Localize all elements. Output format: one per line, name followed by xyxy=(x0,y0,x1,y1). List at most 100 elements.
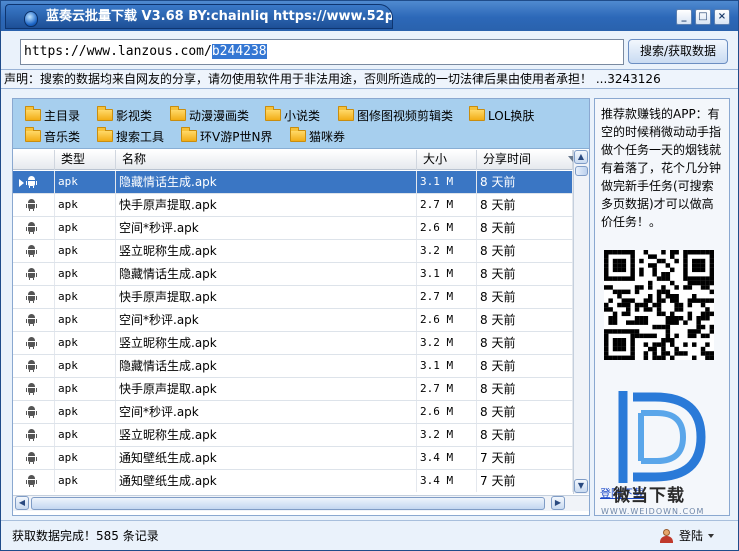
cell-name: 竖立昵称生成.apk xyxy=(116,240,417,262)
cell-name: 快手原声提取.apk xyxy=(116,378,417,400)
brand-name: 微当下载 xyxy=(613,486,685,506)
cell-name: 竖立昵称生成.apk xyxy=(116,424,417,446)
cell-share-time: 8 天前 xyxy=(477,424,573,446)
login-button[interactable]: 登陆 xyxy=(659,526,715,546)
search-fetch-button[interactable]: 搜索/获取数据 xyxy=(628,39,728,64)
row-icon-cell xyxy=(13,401,55,423)
cell-name: 空间*秒评.apk xyxy=(116,309,417,331)
android-icon xyxy=(26,314,37,326)
cell-type: apk xyxy=(55,470,116,492)
category-image-video-editing[interactable]: 图修图视频剪辑类 xyxy=(338,106,453,125)
maximize-button[interactable]: □ xyxy=(695,9,711,25)
title-bar[interactable]: 蓝奏云批量下载 V3.68 BY:chainliq https://www.52… xyxy=(1,1,738,31)
android-icon xyxy=(26,475,37,487)
scroll-up-button[interactable]: ▲ xyxy=(574,150,588,164)
category-bar: 主目录 影视类 动漫漫画类 小说类 图修图视频剪辑类 LOL换肤 音乐类 搜索工… xyxy=(13,99,589,149)
category-main[interactable]: 主目录 xyxy=(25,106,80,125)
category-lol-skins[interactable]: LOL换肤 xyxy=(469,106,534,125)
android-icon xyxy=(26,360,37,372)
table-row[interactable]: apk 竖立昵称生成.apk 3.2 M8 天前 xyxy=(13,240,573,263)
cell-share-time: 8 天前 xyxy=(477,401,573,423)
status-text: 获取数据完成！585 条记录 xyxy=(12,529,159,543)
cell-share-time: 8 天前 xyxy=(477,263,573,285)
table-row[interactable]: apk 空间*秒评.apk 2.6 M8 天前 xyxy=(13,309,573,332)
cell-size: 3.1 M xyxy=(417,355,477,377)
brand-url: WWW.WEIDOWN.COM xyxy=(601,507,705,516)
android-icon xyxy=(26,452,37,464)
cell-type: apk xyxy=(55,217,116,239)
row-icon-cell xyxy=(13,309,55,331)
cell-share-time: 8 天前 xyxy=(477,194,573,216)
table-row[interactable]: apk 空间*秒评.apk 2.6 M8 天前 xyxy=(13,401,573,424)
row-icon-cell xyxy=(13,217,55,239)
cell-share-time: 8 天前 xyxy=(477,355,573,377)
row-icon-cell xyxy=(13,240,55,262)
cell-size: 3.2 M xyxy=(417,424,477,446)
url-input[interactable]: https://www.lanzous.com/b244238 xyxy=(20,39,624,65)
horizontal-scroll-thumb[interactable] xyxy=(31,497,545,510)
table-row[interactable]: apk 竖立昵称生成.apk 3.2 M8 天前 xyxy=(13,332,573,355)
url-selected-text: b244238 xyxy=(211,44,267,59)
table-row[interactable]: apk 快手原声提取.apk 2.7 M8 天前 xyxy=(13,286,573,309)
table-row[interactable]: apk 快手原声提取.apk 2.7 M8 天前 xyxy=(13,194,573,217)
category-coupons[interactable]: 猫咪券 xyxy=(290,127,345,146)
android-icon xyxy=(26,176,37,188)
column-header-type[interactable]: 类型 xyxy=(55,150,116,170)
cell-name: 竖立昵称生成.apk xyxy=(116,332,417,354)
category-anime[interactable]: 动漫漫画类 xyxy=(170,106,249,125)
cell-share-time: 7 天前 xyxy=(477,470,573,492)
table-row[interactable]: apk 通知壁纸生成.apk 3.4 M7 天前 xyxy=(13,470,573,492)
table-row[interactable]: apk 隐藏情话生成.apk 3.1 M8 天前 xyxy=(13,263,573,286)
table-row[interactable]: apk 隐藏情话生成.apk 3.1 M8 天前 xyxy=(13,171,573,194)
cell-type: apk xyxy=(55,447,116,469)
user-icon xyxy=(659,529,673,543)
cell-type: apk xyxy=(55,309,116,331)
table-header: 类型 名称 大小 分享时间 xyxy=(13,150,578,170)
row-icon-cell xyxy=(13,286,55,308)
category-novels[interactable]: 小说类 xyxy=(265,106,320,125)
column-header-share-time[interactable]: 分享时间 xyxy=(477,150,578,170)
scroll-down-button[interactable]: ▼ xyxy=(574,479,588,493)
title-tab: 蓝奏云批量下载 V3.68 BY:chainliq https://www.52… xyxy=(5,4,393,29)
cell-size: 2.6 M xyxy=(417,217,477,239)
folder-icon xyxy=(97,127,113,142)
file-list-panel: 主目录 影视类 动漫漫画类 小说类 图修图视频剪辑类 LOL换肤 音乐类 搜索工… xyxy=(12,98,590,516)
table-row[interactable]: apk 竖立昵称生成.apk 3.2 M8 天前 xyxy=(13,424,573,447)
cell-share-time: 8 天前 xyxy=(477,309,573,331)
android-icon xyxy=(26,222,37,234)
cell-name: 通知壁纸生成.apk xyxy=(116,447,417,469)
table-row[interactable]: apk 隐藏情话生成.apk 3.1 M8 天前 xyxy=(13,355,573,378)
cell-share-time: 8 天前 xyxy=(477,217,573,239)
cell-size: 3.1 M xyxy=(417,263,477,285)
folder-icon xyxy=(469,106,485,121)
cell-type: apk xyxy=(55,240,116,262)
row-icon-cell xyxy=(13,332,55,354)
android-icon xyxy=(26,406,37,418)
row-icon-cell xyxy=(13,447,55,469)
category-movies[interactable]: 影视类 xyxy=(97,106,152,125)
table-row[interactable]: apk 快手原声提取.apk 2.7 M8 天前 xyxy=(13,378,573,401)
url-toolbar: https://www.lanzous.com/b244238 搜索/获取数据 xyxy=(1,31,738,71)
vertical-scrollbar[interactable]: ▲ ▼ xyxy=(573,150,589,494)
scroll-left-button[interactable]: ◀ xyxy=(15,496,29,510)
folder-icon xyxy=(25,127,41,142)
folder-icon xyxy=(181,127,197,142)
category-music[interactable]: 音乐类 xyxy=(25,127,80,146)
cell-type: apk xyxy=(55,424,116,446)
cell-name: 空间*秒评.apk xyxy=(116,217,417,239)
close-button[interactable]: × xyxy=(714,9,730,25)
table-row[interactable]: apk 空间*秒评.apk 2.6 M8 天前 xyxy=(13,217,573,240)
horizontal-scrollbar[interactable]: ◀ ▶ xyxy=(13,495,589,511)
scroll-right-button[interactable]: ▶ xyxy=(551,496,565,510)
column-header-size[interactable]: 大小 xyxy=(417,150,477,170)
weidown-logo-icon xyxy=(618,391,706,483)
column-header-name[interactable]: 名称 xyxy=(116,150,417,170)
cell-share-time: 8 天前 xyxy=(477,240,573,262)
row-icon-cell xyxy=(13,263,55,285)
current-row-marker-icon xyxy=(19,179,24,187)
table-row[interactable]: apk 通知壁纸生成.apk 3.4 M7 天前 xyxy=(13,447,573,470)
category-vpn[interactable]: 环V游P世N界 xyxy=(181,127,272,146)
vertical-scroll-thumb[interactable] xyxy=(575,166,588,176)
category-search-tools[interactable]: 搜索工具 xyxy=(97,127,164,146)
minimize-button[interactable]: _ xyxy=(676,9,692,25)
